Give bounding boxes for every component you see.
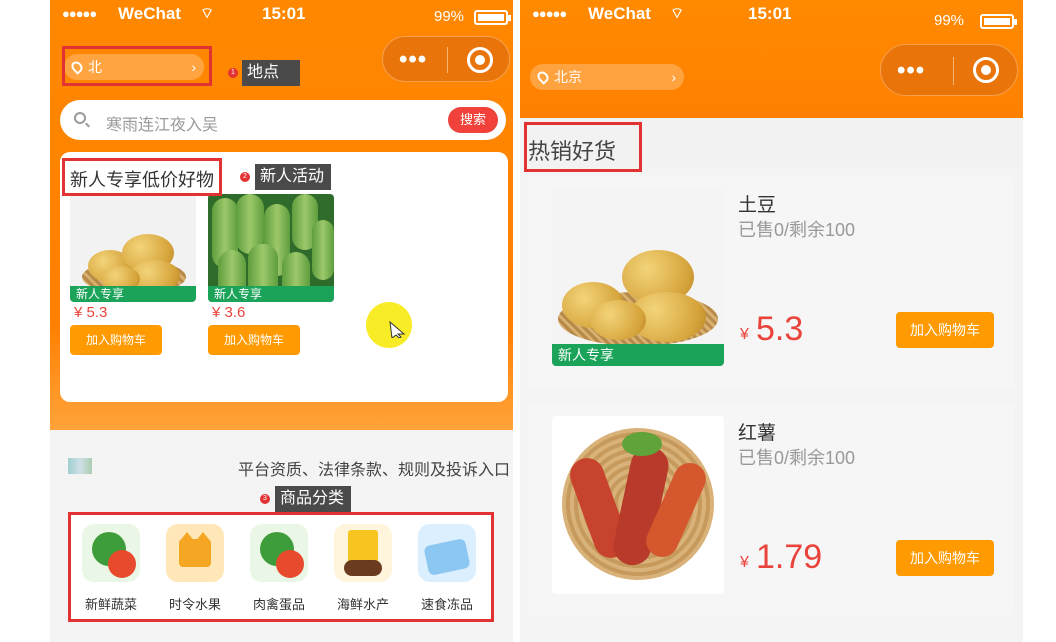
signal-icon: ●●●●● bbox=[532, 6, 567, 21]
close-miniprogram-icon[interactable] bbox=[973, 57, 999, 83]
search-button[interactable]: 搜索 bbox=[448, 107, 498, 133]
product-price: ¥ 5.3 bbox=[74, 304, 108, 321]
annotation-number-3: 3 bbox=[260, 494, 270, 504]
status-time: 15:01 bbox=[262, 4, 306, 23]
miniprogram-capsule: ••• bbox=[880, 44, 1018, 96]
product-price: ¥ 3.6 bbox=[212, 304, 246, 321]
product-card[interactable]: 新人专享 土豆 已售0/剩余100 ¥ 5.3 加入购物车 bbox=[528, 176, 1014, 388]
platform-logo-icon bbox=[68, 458, 92, 474]
annotation-number-1: 1 bbox=[228, 68, 238, 78]
close-miniprogram-icon[interactable] bbox=[467, 47, 493, 73]
product-image-potato: 新人专享 bbox=[70, 194, 196, 302]
more-icon[interactable]: ••• bbox=[897, 57, 925, 85]
status-bar: ●●●●● WeChat ⌔ 15:01 99% bbox=[50, 4, 513, 30]
capsule-divider bbox=[953, 57, 954, 85]
location-selector[interactable]: 北京 › bbox=[530, 64, 684, 90]
right-phone-screen: ●●●●● WeChat ⌔ 15:01 99% 北京 › ••• 热销好货 新… bbox=[520, 0, 1023, 642]
battery-percent: 99% bbox=[934, 12, 965, 29]
battery-icon bbox=[474, 10, 511, 25]
currency-symbol: ¥ bbox=[740, 326, 749, 343]
newcomer-product[interactable]: 新人专享 ¥ 3.6 加入购物车 bbox=[208, 194, 334, 355]
product-image-gourd: 新人专享 bbox=[208, 194, 334, 302]
product-price: 1.79 bbox=[756, 538, 823, 576]
location-text: 北京 bbox=[554, 69, 582, 85]
add-to-cart-button[interactable]: 加入购物车 bbox=[896, 540, 994, 576]
annotation-label-newcomer: 新人活动 bbox=[255, 164, 331, 190]
platform-info-bar[interactable]: 平台资质、法律条款、规则及投诉入口 bbox=[60, 444, 510, 488]
product-name: 红薯 bbox=[738, 423, 777, 444]
annotation-number-2: 2 bbox=[240, 172, 250, 182]
product-card[interactable]: 红薯 已售0/剩余100 ¥ 1.79 加入购物车 bbox=[528, 404, 1014, 616]
capsule-divider bbox=[447, 47, 448, 73]
wifi-icon: ⌔ bbox=[200, 5, 215, 22]
annotation-box-category bbox=[68, 512, 494, 622]
platform-info-text: 平台资质、法律条款、规则及投诉入口 bbox=[237, 462, 510, 479]
search-placeholder: 寒雨连江夜入吴 bbox=[106, 117, 219, 134]
location-pin-icon bbox=[535, 69, 551, 85]
product-sales: 已售0/剩余100 bbox=[738, 448, 856, 468]
add-to-cart-button[interactable]: 加入购物车 bbox=[896, 312, 994, 348]
product-image-potato: 新人专享 bbox=[552, 188, 724, 366]
miniprogram-capsule: ••• bbox=[382, 36, 510, 82]
newcomer-product[interactable]: 新人专享 ¥ 5.3 加入购物车 bbox=[70, 194, 196, 355]
product-price: 5.3 bbox=[756, 310, 804, 348]
left-phone-screen: ●●●●● WeChat ⌔ 15:01 99% 北 › 1 地点 ••• 寒雨… bbox=[50, 0, 513, 642]
carrier-label: WeChat bbox=[118, 4, 181, 23]
annotation-box-newcomer bbox=[62, 158, 222, 196]
product-sales: 已售0/剩余100 bbox=[738, 220, 856, 240]
annotation-label-category: 商品分类 bbox=[275, 486, 351, 512]
battery-icon bbox=[980, 14, 1017, 29]
annotation-box-hot bbox=[524, 122, 642, 172]
product-image-sweet-potato bbox=[552, 416, 724, 594]
status-time: 15:01 bbox=[748, 4, 792, 23]
battery-percent: 99% bbox=[434, 8, 465, 25]
add-to-cart-button[interactable]: 加入购物车 bbox=[208, 325, 300, 355]
newcomer-tag: 新人专享 bbox=[208, 286, 334, 302]
add-to-cart-button[interactable]: 加入购物车 bbox=[70, 325, 162, 355]
search-icon bbox=[74, 112, 86, 124]
search-bar[interactable]: 寒雨连江夜入吴 搜索 bbox=[60, 100, 506, 140]
status-bar: ●●●●● WeChat ⌔ 15:01 99% bbox=[520, 4, 1023, 30]
annotation-label-location: 地点 bbox=[242, 60, 300, 86]
annotation-box-location bbox=[62, 46, 212, 86]
product-name: 土豆 bbox=[738, 195, 777, 216]
more-icon[interactable]: ••• bbox=[399, 46, 427, 74]
carrier-label: WeChat bbox=[588, 4, 651, 23]
currency-symbol: ¥ bbox=[740, 554, 749, 571]
newcomer-tag: 新人专享 bbox=[552, 344, 724, 366]
signal-icon: ●●●●● bbox=[62, 6, 97, 21]
wifi-icon: ⌔ bbox=[670, 5, 685, 22]
cursor-icon bbox=[389, 320, 406, 338]
newcomer-tag: 新人专享 bbox=[70, 286, 196, 302]
chevron-right-icon: › bbox=[671, 69, 676, 85]
